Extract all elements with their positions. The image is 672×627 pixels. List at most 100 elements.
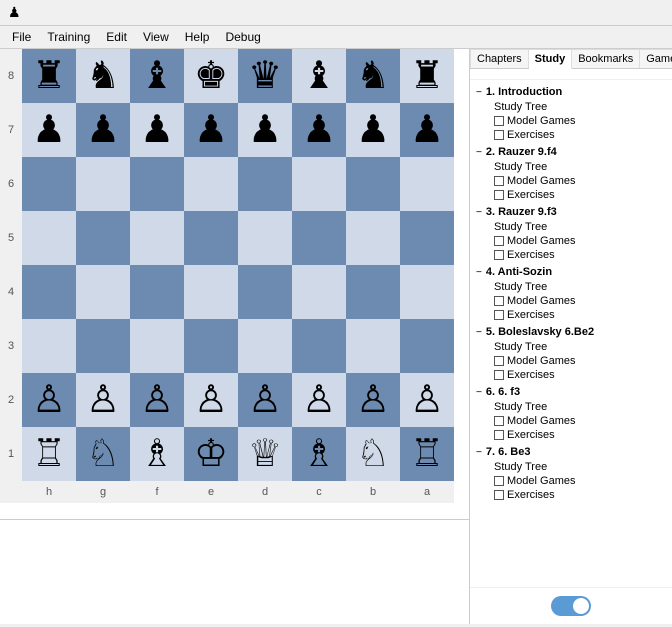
cell-b8[interactable]: ♞ [346, 49, 400, 103]
menu-item-help[interactable]: Help [177, 28, 218, 46]
cell-b4[interactable] [346, 265, 400, 319]
cell-e3[interactable] [184, 319, 238, 373]
cell-d5[interactable] [238, 211, 292, 265]
chapter-1-sub-2[interactable]: Model Games [490, 114, 672, 128]
cell-d4[interactable] [238, 265, 292, 319]
cell-e7[interactable]: ♟ [184, 103, 238, 157]
cell-d6[interactable] [238, 157, 292, 211]
cell-g1[interactable]: ♘ [76, 427, 130, 481]
cell-d8[interactable]: ♛ [238, 49, 292, 103]
cell-e5[interactable] [184, 211, 238, 265]
cell-a1[interactable]: ♖ [400, 427, 454, 481]
chapter-6-sub-2[interactable]: Model Games [490, 414, 672, 428]
cell-e2[interactable]: ♙ [184, 373, 238, 427]
chapter-title-2[interactable]: −2. Rauzer 9.f4 [470, 144, 672, 160]
chapter-title-6[interactable]: −6. 6. f3 [470, 384, 672, 400]
chapter-4-sub-1[interactable]: Study Tree [490, 280, 672, 294]
cell-d2[interactable]: ♙ [238, 373, 292, 427]
tab-chapters[interactable]: Chapters [470, 49, 529, 68]
chapter-2-sub-1[interactable]: Study Tree [490, 160, 672, 174]
chapter-4-sub-3[interactable]: Exercises [490, 308, 672, 322]
cell-h1[interactable]: ♖ [22, 427, 76, 481]
tab-games[interactable]: Games [640, 49, 672, 68]
cell-h2[interactable]: ♙ [22, 373, 76, 427]
cell-f3[interactable] [130, 319, 184, 373]
cell-h7[interactable]: ♟ [22, 103, 76, 157]
cell-h5[interactable] [22, 211, 76, 265]
cell-d1[interactable]: ♕ [238, 427, 292, 481]
cell-c8[interactable]: ♝ [292, 49, 346, 103]
chapter-6-sub-3[interactable]: Exercises [490, 428, 672, 442]
chapter-title-4[interactable]: −4. Anti-Sozin [470, 264, 672, 280]
chapter-1-sub-1[interactable]: Study Tree [490, 100, 672, 114]
cell-a8[interactable]: ♜ [400, 49, 454, 103]
chapter-7-sub-3[interactable]: Exercises [490, 488, 672, 502]
menu-item-file[interactable]: File [4, 28, 39, 46]
cell-g5[interactable] [76, 211, 130, 265]
cell-c2[interactable]: ♙ [292, 373, 346, 427]
menu-item-view[interactable]: View [135, 28, 177, 46]
chapter-3-sub-3[interactable]: Exercises [490, 248, 672, 262]
cell-h8[interactable]: ♜ [22, 49, 76, 103]
cell-h4[interactable] [22, 265, 76, 319]
chapter-title-3[interactable]: −3. Rauzer 9.f3 [470, 204, 672, 220]
cell-h6[interactable] [22, 157, 76, 211]
chess-board[interactable]: 8♜♞♝♚♛♝♞♜7♟♟♟♟♟♟♟♟65432♙♙♙♙♙♙♙♙1♖♘♗♔♕♗♘♖… [0, 49, 470, 541]
tab-bookmarks[interactable]: Bookmarks [572, 49, 640, 68]
cell-f8[interactable]: ♝ [130, 49, 184, 103]
chapter-4-sub-2[interactable]: Model Games [490, 294, 672, 308]
cell-a5[interactable] [400, 211, 454, 265]
cell-e8[interactable]: ♚ [184, 49, 238, 103]
cell-f7[interactable]: ♟ [130, 103, 184, 157]
chapter-7-sub-1[interactable]: Study Tree [490, 460, 672, 474]
chapter-5-sub-1[interactable]: Study Tree [490, 340, 672, 354]
cell-f4[interactable] [130, 265, 184, 319]
cell-c6[interactable] [292, 157, 346, 211]
chapter-3-sub-1[interactable]: Study Tree [490, 220, 672, 234]
chapter-title-5[interactable]: −5. Boleslavsky 6.Be2 [470, 324, 672, 340]
cell-c7[interactable]: ♟ [292, 103, 346, 157]
cell-g4[interactable] [76, 265, 130, 319]
cell-b5[interactable] [346, 211, 400, 265]
chapter-5-sub-3[interactable]: Exercises [490, 368, 672, 382]
chapter-title-7[interactable]: −7. 6. Be3 [470, 444, 672, 460]
cell-c3[interactable] [292, 319, 346, 373]
menu-item-edit[interactable]: Edit [98, 28, 135, 46]
cell-b1[interactable]: ♘ [346, 427, 400, 481]
cell-d3[interactable] [238, 319, 292, 373]
cell-g2[interactable]: ♙ [76, 373, 130, 427]
chapter-7-sub-2[interactable]: Model Games [490, 474, 672, 488]
menu-item-debug[interactable]: Debug [217, 28, 268, 46]
cell-f6[interactable] [130, 157, 184, 211]
cell-e4[interactable] [184, 265, 238, 319]
cell-a7[interactable]: ♟ [400, 103, 454, 157]
cell-f5[interactable] [130, 211, 184, 265]
cell-a4[interactable] [400, 265, 454, 319]
cell-b6[interactable] [346, 157, 400, 211]
chapter-2-sub-3[interactable]: Exercises [490, 188, 672, 202]
cell-b3[interactable] [346, 319, 400, 373]
cell-e6[interactable] [184, 157, 238, 211]
cell-a2[interactable]: ♙ [400, 373, 454, 427]
board-container[interactable]: 8♜♞♝♚♛♝♞♜7♟♟♟♟♟♟♟♟65432♙♙♙♙♙♙♙♙1♖♘♗♔♕♗♘♖… [0, 49, 470, 519]
cell-h3[interactable] [22, 319, 76, 373]
cell-g6[interactable] [76, 157, 130, 211]
cell-a3[interactable] [400, 319, 454, 373]
chapter-6-sub-1[interactable]: Study Tree [490, 400, 672, 414]
cell-f2[interactable]: ♙ [130, 373, 184, 427]
cell-d7[interactable]: ♟ [238, 103, 292, 157]
cell-b7[interactable]: ♟ [346, 103, 400, 157]
cell-g8[interactable]: ♞ [76, 49, 130, 103]
chapter-3-sub-2[interactable]: Model Games [490, 234, 672, 248]
toggle-area[interactable] [470, 587, 672, 624]
cell-c5[interactable] [292, 211, 346, 265]
cell-c1[interactable]: ♗ [292, 427, 346, 481]
chapter-title-1[interactable]: −1. Introduction [470, 84, 672, 100]
chapter-5-sub-2[interactable]: Model Games [490, 354, 672, 368]
cell-g3[interactable] [76, 319, 130, 373]
cell-c4[interactable] [292, 265, 346, 319]
chapter-2-sub-2[interactable]: Model Games [490, 174, 672, 188]
cell-g7[interactable]: ♟ [76, 103, 130, 157]
cell-f1[interactable]: ♗ [130, 427, 184, 481]
cell-b2[interactable]: ♙ [346, 373, 400, 427]
